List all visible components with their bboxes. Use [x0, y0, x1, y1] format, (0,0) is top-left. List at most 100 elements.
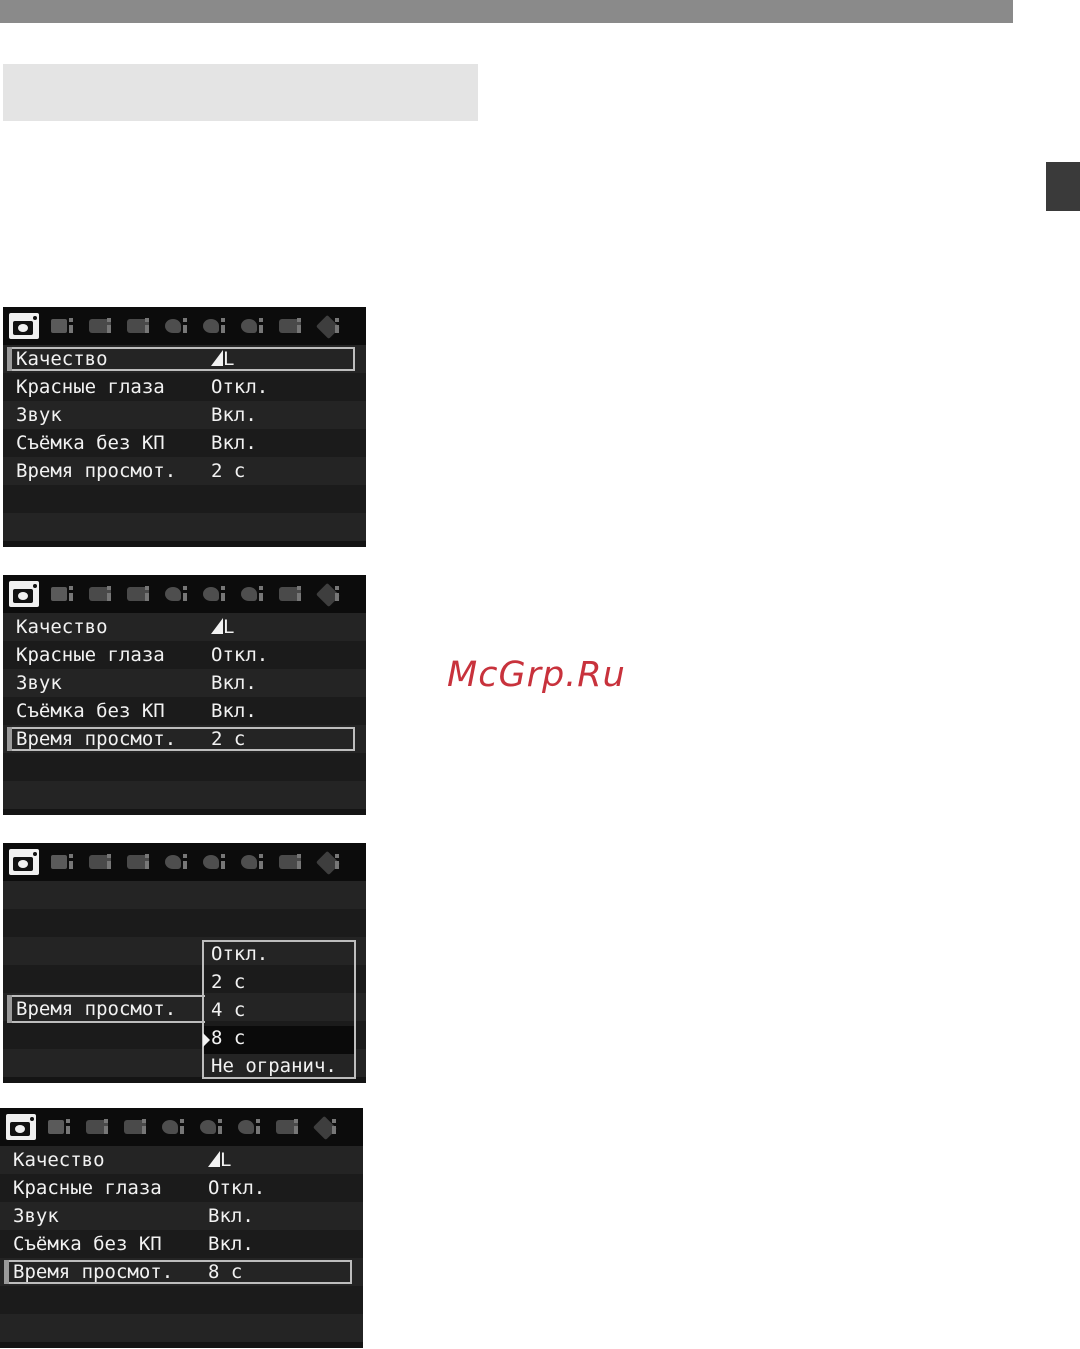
menu-item-value: 2 с [211, 460, 246, 482]
menu-item-label: Красные глаза [16, 644, 165, 666]
playback-1-tab-icon[interactable] [85, 849, 115, 875]
selection-frame [7, 347, 355, 371]
setup-2-tab-icon[interactable] [199, 581, 229, 607]
menu-item-value: Вкл. [208, 1205, 254, 1227]
menu-tab-bar [0, 1108, 363, 1146]
menu-row [3, 881, 366, 909]
menu-row[interactable]: Качество L [0, 1146, 363, 1174]
selection-frame [4, 1260, 352, 1284]
dropdown-option[interactable]: 4 с [211, 999, 245, 1021]
menu-row [3, 909, 366, 937]
setup-1-tab-icon[interactable] [161, 581, 191, 607]
dropdown-option[interactable]: 2 с [211, 971, 245, 993]
camera-tab-icon[interactable] [9, 849, 39, 875]
quality-value: L [220, 1149, 232, 1171]
quality-large-fine-icon [208, 1151, 220, 1167]
setup-1-tab-icon[interactable] [161, 313, 191, 339]
setup-3-tab-icon[interactable] [237, 581, 267, 607]
chapter-side-tab [1046, 162, 1080, 211]
playback-1-tab-icon[interactable] [85, 581, 115, 607]
menu-item-value: L [211, 616, 234, 638]
menu-item-value: Вкл. [211, 700, 257, 722]
menu-item-label: Время просмот. [16, 460, 177, 482]
menu-item-value: L [208, 1149, 231, 1171]
setup-3-tab-icon[interactable] [237, 849, 267, 875]
menu-item-label: Звук [16, 404, 62, 426]
menu-item-label: Звук [16, 672, 62, 694]
menu-row[interactable]: Время просмот. 2 с [3, 457, 366, 485]
menu-tab-bar [3, 575, 366, 613]
setup-2-tab-icon[interactable] [196, 1114, 226, 1140]
menu-item-label: Качество [16, 616, 108, 638]
menu-row[interactable]: Съёмка без КП Вкл. [3, 697, 366, 725]
menu-row [3, 753, 366, 781]
playback-2-tab-icon[interactable] [123, 849, 153, 875]
playback-2-tab-icon[interactable] [123, 313, 153, 339]
menu-item-label: Звук [13, 1205, 59, 1227]
section-title-box [3, 64, 478, 121]
menu-item-value: Откл. [208, 1177, 266, 1199]
menu-item-label: Съёмка без КП [16, 432, 165, 454]
setup-3-tab-icon[interactable] [234, 1114, 264, 1140]
menu-item-label: Красные глаза [16, 376, 165, 398]
print-tab-icon[interactable] [275, 313, 305, 339]
dropdown-option[interactable]: Не огранич. [211, 1055, 337, 1077]
menu-item-label: Красные глаза [13, 1177, 162, 1199]
setup-1-tab-icon[interactable] [161, 849, 191, 875]
menu-item-value: Откл. [211, 376, 269, 398]
print-tab-icon[interactable] [275, 581, 305, 607]
menu-row [3, 781, 366, 809]
menu-item-value: Вкл. [211, 432, 257, 454]
camera-tab-icon[interactable] [9, 581, 39, 607]
print-tab-icon[interactable] [272, 1114, 302, 1140]
setup-1-tab-icon[interactable] [158, 1114, 188, 1140]
playback-2-tab-icon[interactable] [120, 1114, 150, 1140]
menu-item-label: Съёмка без КП [16, 700, 165, 722]
camera-2-tab-icon[interactable] [47, 581, 77, 607]
playback-1-tab-icon[interactable] [85, 313, 115, 339]
playback-1-tab-icon[interactable] [82, 1114, 112, 1140]
camera-tab-icon[interactable] [6, 1114, 36, 1140]
print-tab-icon[interactable] [275, 849, 305, 875]
watermark: McGrp.Ru [447, 655, 626, 695]
menu-row [0, 1286, 363, 1314]
menu-row[interactable]: Съёмка без КП Вкл. [3, 429, 366, 457]
playback-2-tab-icon[interactable] [123, 581, 153, 607]
dropdown-option[interactable]: 8 с [211, 1027, 245, 1049]
selection-cursor-icon [203, 1033, 210, 1047]
camera-2-tab-icon[interactable] [44, 1114, 74, 1140]
camera-2-tab-icon[interactable] [47, 849, 77, 875]
my-menu-tab-icon[interactable] [310, 1114, 340, 1141]
menu-item-value: Вкл. [211, 404, 257, 426]
menu-row [3, 513, 366, 541]
menu-row[interactable]: Красные глаза Откл. [3, 641, 366, 669]
menu-item-value: Вкл. [208, 1233, 254, 1255]
menu-tab-bar [3, 843, 366, 881]
menu-row[interactable]: Качество L [3, 613, 366, 641]
my-menu-tab-icon[interactable] [313, 581, 343, 608]
setup-3-tab-icon[interactable] [237, 313, 267, 339]
dropdown-option[interactable]: Откл. [211, 943, 268, 965]
selection-frame [7, 727, 355, 751]
page-header-bar [0, 0, 1013, 23]
setup-2-tab-icon[interactable] [199, 313, 229, 339]
menu-item-value: Вкл. [211, 672, 257, 694]
quality-value: L [223, 616, 235, 638]
menu-row [0, 1314, 363, 1342]
my-menu-tab-icon[interactable] [313, 313, 343, 340]
menu-item-label: Время просмот. [16, 998, 177, 1020]
menu-item-value: Откл. [211, 644, 269, 666]
camera-tab-icon[interactable] [9, 313, 39, 339]
menu-row[interactable]: Звук Вкл. [3, 401, 366, 429]
lcd-screen-step-2: Качество L Красные глаза Откл. Звук Вкл. Съёмк… [3, 575, 366, 815]
menu-row[interactable]: Красные глаза Откл. [3, 373, 366, 401]
camera-2-tab-icon[interactable] [47, 313, 77, 339]
menu-item-label: Качество [13, 1149, 105, 1171]
quality-large-fine-icon [211, 618, 223, 634]
menu-row[interactable]: Красные глаза Откл. [0, 1174, 363, 1202]
menu-row[interactable]: Съёмка без КП Вкл. [0, 1230, 363, 1258]
menu-row[interactable]: Звук Вкл. [0, 1202, 363, 1230]
my-menu-tab-icon[interactable] [313, 849, 343, 876]
menu-row[interactable]: Звук Вкл. [3, 669, 366, 697]
setup-2-tab-icon[interactable] [199, 849, 229, 875]
